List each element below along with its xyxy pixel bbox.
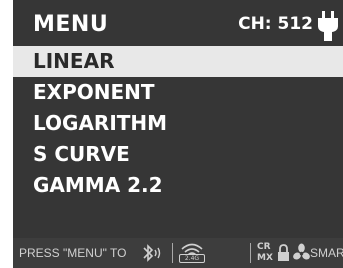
menu-item-exponent[interactable]: EXPONENT xyxy=(13,77,343,108)
menu-item-linear[interactable]: LINEAR xyxy=(13,46,343,77)
menu-item-label: LINEAR xyxy=(33,49,115,73)
plug-icon xyxy=(318,11,338,41)
status-divider xyxy=(250,243,251,263)
bluetooth-icon xyxy=(143,244,161,262)
menu-item-label: EXPONENT xyxy=(33,80,155,104)
channel-readout: CH: 512 xyxy=(238,14,313,34)
mode-label: SMART xyxy=(310,246,343,260)
menu-item-gamma[interactable]: GAMMA 2.2 xyxy=(13,170,343,201)
status-hint: PRESS "MENU" TO xyxy=(19,246,127,260)
menu-header: MENU CH: 512 xyxy=(13,0,343,46)
menu-list: LINEAR EXPONENT LOGARITHM S CURVE GAMMA … xyxy=(13,46,343,201)
wifi-icon: 2.4G xyxy=(179,243,205,263)
menu-item-logarithm[interactable]: LOGARITHM xyxy=(13,108,343,139)
menu-item-label: GAMMA 2.2 xyxy=(33,173,163,197)
menu-item-label: S CURVE xyxy=(33,142,130,166)
fan-icon xyxy=(293,243,310,260)
crmx-label-top: CR xyxy=(257,242,271,252)
crmx-label-bottom: MX xyxy=(257,253,273,263)
status-divider xyxy=(172,243,173,263)
page-title: MENU xyxy=(33,12,109,37)
wireless-band-label: 2.4G xyxy=(179,254,205,263)
lock-icon xyxy=(278,244,289,261)
status-bar: PRESS "MENU" TO 2.4G CR MX SMAR xyxy=(13,238,343,268)
crmx-icon: CR MX xyxy=(257,243,277,263)
menu-item-label: LOGARITHM xyxy=(33,111,168,135)
menu-item-s-curve[interactable]: S CURVE xyxy=(13,139,343,170)
device-screen: MENU CH: 512 LINEAR EXPONENT LOGARITHM S… xyxy=(13,0,343,268)
